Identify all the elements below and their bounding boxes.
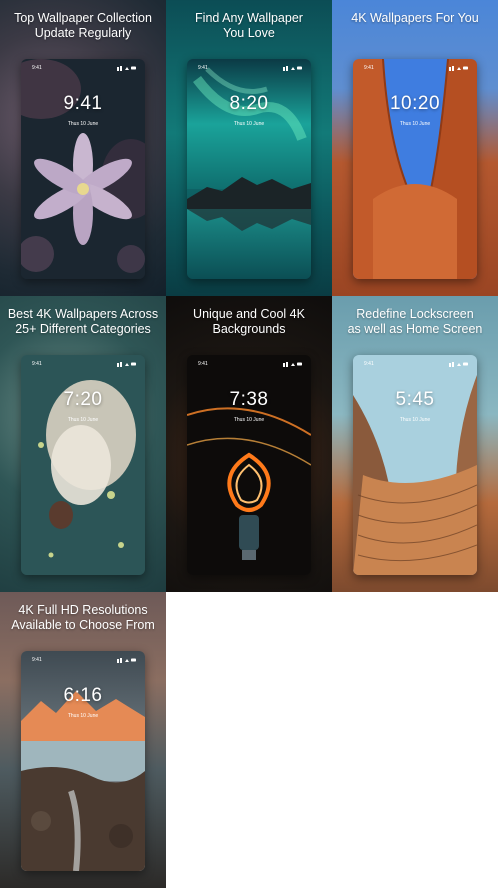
phone-preview: 9:41 8:20 Thus 10 June: [187, 59, 311, 279]
lockscreen-date: Thus 10 June: [233, 417, 265, 423]
tile-caption: Redefine Lockscreen as well as Home Scre…: [347, 307, 483, 336]
phone-preview: 9:41 10:20 Thus 10 June: [353, 59, 477, 279]
aurora-wallpaper: [187, 59, 311, 279]
screenshot-tile-water-dress: Best 4K Wallpapers Across 25+ Different …: [0, 296, 166, 592]
status-icons: [283, 362, 302, 367]
lockscreen-clock: 7:38: [229, 389, 269, 410]
building-wallpaper: [353, 355, 477, 575]
lockscreen-date: Thus 10 June: [67, 121, 99, 127]
mountains-wallpaper: [21, 651, 145, 871]
screenshot-tile-mountains: 4K Full HD Resolutions Available to Choo…: [0, 592, 166, 888]
status-icons: [117, 362, 136, 367]
lockscreen-clock: 10:20: [389, 93, 441, 114]
phone-preview: 9:41 6:16 Thus 10 June: [21, 651, 145, 871]
tile-caption: Find Any Wallpaper You Love: [195, 11, 303, 40]
lockscreen-clock: 5:45: [395, 389, 435, 410]
phone-preview: 9:41 7:20 Thus 10 June: [21, 355, 145, 575]
tile-caption: Best 4K Wallpapers Across 25+ Different …: [7, 307, 159, 336]
screenshot-tile-flower: Top Wallpaper Collection Update Regularl…: [0, 0, 166, 296]
status-time: 9:41: [32, 361, 42, 367]
phone-preview: 9:41 9:41 Thus 10 June: [21, 59, 145, 279]
status-icons: [449, 66, 468, 71]
status-icons: [117, 658, 136, 663]
tile-caption: 4K Full HD Resolutions Available to Choo…: [11, 603, 155, 632]
status-icons: [449, 362, 468, 367]
screenshot-tile-aurora: Find Any Wallpaper You Love 9:41 8:20 Th…: [166, 0, 332, 296]
tile-caption: Top Wallpaper Collection Update Regularl…: [14, 11, 152, 40]
lockscreen-date: Thus 10 June: [399, 417, 431, 423]
lockscreen-date: Thus 10 June: [67, 713, 99, 719]
lockscreen-clock: 8:20: [229, 93, 269, 114]
lockscreen-clock: 7:20: [63, 389, 103, 410]
tile-caption: Unique and Cool 4K Backgrounds: [193, 307, 305, 336]
status-time: 9:41: [198, 65, 208, 71]
lockscreen-date: Thus 10 June: [67, 417, 99, 423]
status-time: 9:41: [32, 657, 42, 663]
status-time: 9:41: [198, 361, 208, 367]
screenshot-tile-building: Redefine Lockscreen as well as Home Scre…: [332, 296, 498, 592]
water-dress-wallpaper: [21, 355, 145, 575]
phone-preview: 9:41 5:45 Thus 10 June: [353, 355, 477, 575]
architecture-wallpaper: [353, 59, 477, 279]
phone-preview: 9:41 7:38 Thus 10 June: [187, 355, 311, 575]
lockscreen-date: Thus 10 June: [233, 121, 265, 127]
lockscreen-clock: 9:41: [63, 93, 103, 114]
flower-wallpaper: [21, 59, 145, 279]
neon-bulb-wallpaper: [187, 355, 311, 575]
status-time: 9:41: [32, 65, 42, 71]
screenshot-tile-neon-bulb: Unique and Cool 4K Backgrounds 9:41 7:38…: [166, 296, 332, 592]
status-time: 9:41: [364, 65, 374, 71]
lockscreen-clock: 6:16: [63, 685, 103, 706]
tile-caption: 4K Wallpapers For You: [351, 11, 479, 25]
status-icons: [283, 66, 302, 71]
screenshot-tile-architecture: 4K Wallpapers For You 9:41 10:20 Thus 10…: [332, 0, 498, 296]
lockscreen-date: Thus 10 June: [399, 121, 431, 127]
status-icons: [117, 66, 136, 71]
status-time: 9:41: [364, 361, 374, 367]
